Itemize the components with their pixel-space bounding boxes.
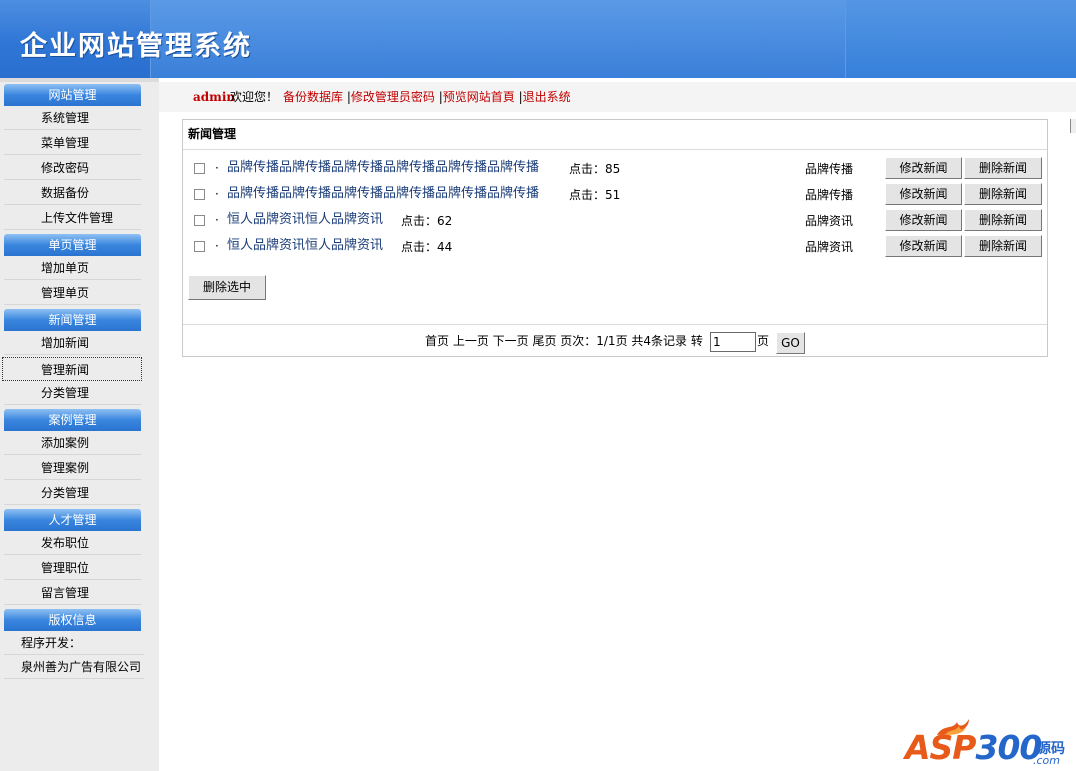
sidebar-item-post-job[interactable]: 发布职位 (4, 531, 141, 555)
copyright-developer-label: 程序开发： (4, 631, 144, 655)
sidebar-item-add-case[interactable]: 添加案例 (4, 431, 141, 455)
edit-news-button[interactable]: 修改新闻 (885, 235, 962, 257)
delete-news-button[interactable]: 删除新闻 (964, 157, 1042, 179)
news-row: · 品牌传播品牌传播品牌传播品牌传播品牌传播品牌传播 点击：85 品牌传播 修改… (183, 157, 1047, 181)
news-category: 品牌资讯 (805, 240, 854, 254)
sidebar-item-backup[interactable]: 数据备份 (4, 181, 141, 205)
news-row: · 恒人品牌资讯恒人品牌资讯 点击：44 品牌资讯 修改新闻 删除新闻 (183, 235, 1047, 259)
click-count: 点击：85 (569, 162, 621, 176)
header-panel (150, 0, 846, 78)
sidebar-item-add-news[interactable]: 增加新闻 (4, 331, 141, 355)
pagination-text: 首页 上一页 下一页 尾页 页次：1/1页 共4条记录 转 (425, 334, 703, 348)
bullet-icon: · (215, 161, 219, 175)
news-row: · 品牌传播品牌传播品牌传播品牌传播品牌传播品牌传播 点击：51 品牌传播 修改… (183, 183, 1047, 207)
news-title-link[interactable]: 恒人品牌资讯恒人品牌资讯 (227, 209, 383, 231)
sidebar-item-menu[interactable]: 菜单管理 (4, 131, 141, 155)
sidebar-group-page[interactable]: 单页管理 (4, 234, 141, 256)
bullet-icon: · (215, 187, 219, 201)
watermark-domain: .com (1033, 754, 1060, 767)
news-row: · 恒人品牌资讯恒人品牌资讯 点击：62 品牌资讯 修改新闻 删除新闻 (183, 209, 1047, 233)
sidebar-group-site[interactable]: 网站管理 (4, 84, 141, 106)
delete-news-button[interactable]: 删除新闻 (964, 209, 1042, 231)
sidebar-item-upload[interactable]: 上传文件管理 (4, 206, 141, 230)
sidebar-item-system[interactable]: 系统管理 (4, 106, 141, 130)
sidebar-item-messages[interactable]: 留言管理 (4, 581, 141, 605)
sidebar-group-copyright: 版权信息 (4, 609, 141, 631)
preview-site-link[interactable]: 预览网站首頁 (443, 90, 515, 104)
app-header: 企业网站管理系统 (0, 0, 1076, 78)
news-title-link[interactable]: 品牌传播品牌传播品牌传播品牌传播品牌传播品牌传播 (227, 183, 539, 205)
click-count: 点击：62 (401, 214, 453, 228)
asp300-watermark-logo: ASP300 源码 .com (905, 718, 1075, 770)
edit-news-button[interactable]: 修改新闻 (885, 157, 962, 179)
news-panel: 新闻管理 · 品牌传播品牌传播品牌传播品牌传播品牌传播品牌传播 点击：85 品牌… (182, 119, 1048, 357)
sidebar-group-talent[interactable]: 人才管理 (4, 509, 141, 531)
click-count: 点击：51 (569, 188, 621, 202)
sidebar-item-password[interactable]: 修改密码 (4, 156, 141, 180)
sidebar-item-manage-job[interactable]: 管理职位 (4, 556, 141, 580)
logout-link[interactable]: 退出系统 (523, 90, 571, 104)
sidebar-item-manage-case[interactable]: 管理案例 (4, 456, 141, 480)
news-title-link[interactable]: 品牌传播品牌传播品牌传播品牌传播品牌传播品牌传播 (227, 157, 539, 179)
sidebar-item-add-page[interactable]: 增加单页 (4, 256, 141, 280)
sidebar-group-case[interactable]: 案例管理 (4, 409, 141, 431)
delete-news-button[interactable]: 删除新闻 (964, 183, 1042, 205)
row-checkbox[interactable] (194, 163, 205, 174)
click-count: 点击：44 (401, 240, 453, 254)
sidebar-item-manage-news[interactable]: 管理新闻 (2, 357, 142, 381)
row-checkbox[interactable] (194, 189, 205, 200)
welcome-bar: admin 欢迎您！ 备份数据库 |修改管理员密码 |预览网站首頁 |退出系统 (159, 82, 1076, 112)
row-checkbox[interactable] (194, 215, 205, 226)
welcome-text: 欢迎您！ (230, 90, 279, 104)
edit-news-button[interactable]: 修改新闻 (885, 209, 962, 231)
sidebar-item-news-category[interactable]: 分类管理 (4, 381, 141, 405)
go-button[interactable]: GO (776, 332, 805, 354)
sidebar-item-case-category[interactable]: 分类管理 (4, 481, 141, 505)
sidebar-item-manage-page[interactable]: 管理单页 (4, 281, 141, 305)
delete-news-button[interactable]: 删除新闻 (964, 235, 1042, 257)
username: admin (193, 90, 236, 104)
bullet-icon: · (215, 213, 219, 227)
pagination: 首页 上一页 下一页 尾页 页次：1/1页 共4条记录 转 1 页 GO (183, 324, 1047, 356)
backup-db-link[interactable]: 备份数据库 (283, 90, 343, 104)
copyright-company: 泉州善为广告有限公司 (4, 655, 144, 679)
panel-title: 新闻管理 (183, 120, 1047, 150)
app-title: 企业网站管理系统 (20, 31, 252, 62)
bullet-icon: · (215, 239, 219, 253)
news-title-link[interactable]: 恒人品牌资讯恒人品牌资讯 (227, 235, 383, 257)
page-number-input[interactable]: 1 (710, 332, 756, 352)
watermark-brand: ASP300 (905, 728, 1042, 767)
edit-news-button[interactable]: 修改新闻 (885, 183, 962, 205)
news-category: 品牌传播 (805, 162, 854, 176)
row-checkbox[interactable] (194, 241, 205, 252)
delete-selected-button[interactable]: 删除选中 (188, 275, 266, 300)
change-password-link[interactable]: 修改管理员密码 (351, 90, 435, 104)
news-category: 品牌传播 (805, 188, 854, 202)
top-links: 备份数据库 |修改管理员密码 |预览网站首頁 |退出系统 (283, 82, 571, 112)
page-suffix: 页 (757, 334, 770, 348)
scrollbar-edge[interactable] (1070, 119, 1076, 133)
header-panel-right (846, 0, 1076, 78)
news-category: 品牌资讯 (805, 214, 854, 228)
sidebar-group-news[interactable]: 新闻管理 (4, 309, 141, 331)
